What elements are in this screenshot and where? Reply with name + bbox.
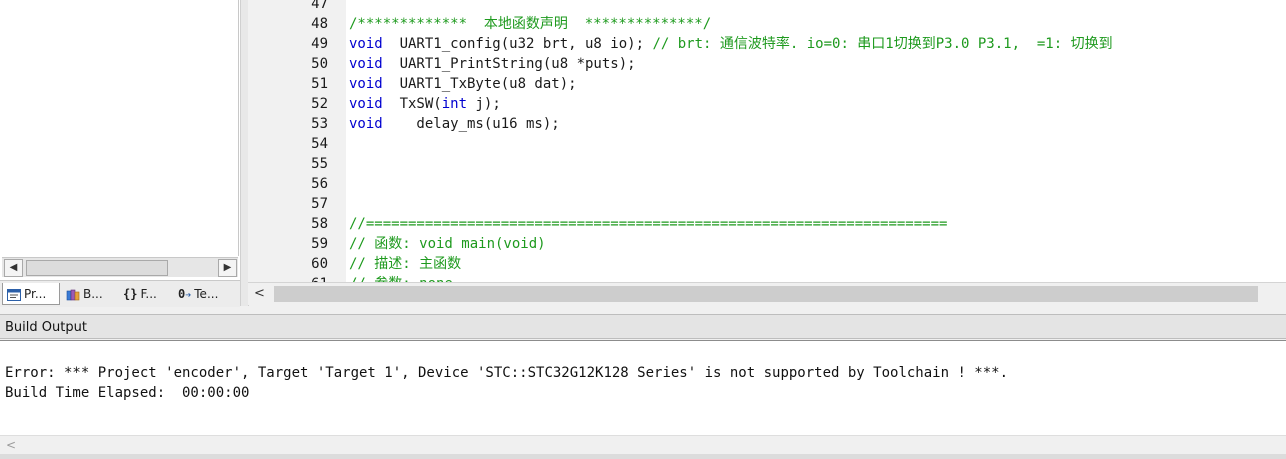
code-token: j); [467, 96, 501, 112]
code-line[interactable]: 49 void UART1_config(u32 brt, u8 io); // … [248, 34, 1286, 54]
code-text: // 参数: none [349, 274, 453, 282]
code-line[interactable]: 50 void UART1_PrintString(u8 *puts); [248, 54, 1286, 74]
line-number: 55 [311, 156, 328, 172]
code-text: // 函数: void main(void) [349, 234, 546, 254]
line-number: 50 [311, 56, 328, 72]
scroll-left-arrow-icon[interactable]: < [6, 437, 16, 454]
code-line[interactable]: 47 [248, 0, 1286, 14]
line-number: 48 [311, 16, 328, 32]
line-number: 49 [311, 36, 328, 52]
scroll-left-arrow-icon[interactable]: < [254, 285, 265, 303]
code-comment: /************* 本地函数声明 **************/ [349, 16, 712, 32]
build-output-title: Build Output [0, 314, 1286, 339]
project-panel: ◀ ▶ Pr... B... {} F... 0➔ Te... [0, 0, 240, 307]
scrollbar-thumb[interactable] [274, 286, 1258, 302]
line-number: 58 [311, 216, 328, 232]
tab-functions[interactable]: {} F... [119, 283, 171, 305]
line-number: 59 [311, 236, 328, 252]
line-number: 57 [311, 196, 328, 212]
code-line[interactable]: 53 void delay_ms(u16 ms); [248, 114, 1286, 134]
tab-label: Te... [194, 287, 219, 301]
code-line[interactable]: 57 [248, 194, 1286, 214]
code-comment: // 函数: void main(void) [349, 236, 546, 252]
project-tree[interactable] [0, 0, 239, 256]
line-number: 60 [311, 256, 328, 272]
code-line[interactable]: 52 void TxSW(int j); [248, 94, 1286, 114]
code-text: void UART1_PrintString(u8 *puts); [349, 54, 636, 74]
code-token: UART1_TxByte(u8 dat); [382, 76, 577, 92]
code-keyword: int [441, 96, 468, 112]
code-line[interactable]: 54 [248, 134, 1286, 154]
tab-project[interactable]: Pr... [2, 283, 60, 305]
line-number: 61 [248, 274, 328, 282]
build-output-line: Error: *** Project 'encoder', Target 'Ta… [5, 365, 1009, 381]
code-line[interactable]: 51 void UART1_TxByte(u8 dat); [248, 74, 1286, 94]
code-text: //======================================… [349, 214, 947, 234]
code-line[interactable]: 58 //====================================… [248, 214, 1286, 234]
code-keyword: void [349, 36, 383, 52]
code-token: TxSW( [382, 96, 442, 112]
build-output-pane[interactable]: Error: *** Project 'encoder', Target 'Ta… [0, 340, 1286, 435]
scroll-right-arrow-icon[interactable]: ▶ [218, 259, 237, 277]
line-number: 56 [311, 176, 328, 192]
code-text: /************* 本地函数声明 **************/ [349, 14, 711, 34]
scroll-left-arrow-icon[interactable]: ◀ [4, 259, 23, 277]
line-number: 52 [311, 96, 328, 112]
code-line[interactable]: 56 [248, 174, 1286, 194]
code-text: // 描述: 主函数 [349, 254, 461, 274]
code-text: void UART1_config(u32 brt, u8 io); // br… [349, 34, 1113, 54]
line-number: 51 [311, 76, 328, 92]
tab-templates[interactable]: 0➔ Te... [174, 283, 236, 305]
code-keyword: void [349, 56, 383, 72]
code-comment: //======================================… [349, 216, 948, 232]
functions-braces-icon: {} [123, 287, 138, 301]
code-comment: // 描述: 主函数 [349, 256, 462, 272]
code-keyword: void [349, 96, 383, 112]
window-bottom-edge [0, 454, 1286, 459]
build-output-hscrollbar[interactable]: < [0, 435, 1286, 455]
code-keyword: void [349, 76, 383, 92]
code-text: void UART1_TxByte(u8 dat); [349, 74, 577, 94]
line-number: 54 [311, 136, 328, 152]
line-number: 47 [311, 0, 328, 12]
line-number: 53 [311, 116, 328, 132]
code-line[interactable]: 59 // 函数: void main(void) [248, 234, 1286, 254]
code-keyword: void [349, 116, 383, 132]
scrollbar-thumb[interactable] [26, 260, 168, 276]
project-window-icon [7, 288, 21, 301]
code-line[interactable]: 48 /************* 本地函数声明 **************/ [248, 14, 1286, 34]
code-editor[interactable]: 47 48 /************* 本地函数声明 **************… [248, 0, 1286, 282]
tab-books[interactable]: B... [62, 283, 116, 305]
build-output-line: Build Time Elapsed: 00:00:00 [5, 385, 250, 401]
project-panel-hscrollbar[interactable]: ◀ ▶ [2, 257, 238, 277]
editor-hscrollbar[interactable]: < [248, 282, 1286, 305]
code-text: void TxSW(int j); [349, 94, 501, 114]
tab-label: Pr... [24, 287, 47, 301]
tab-label: F... [140, 287, 157, 301]
tab-label: B... [83, 287, 103, 301]
code-comment: // brt: 通信波特率. io=0: 串口1切换到P3.0 P3.1, =1… [652, 36, 1113, 52]
books-icon [66, 289, 80, 300]
code-text: void delay_ms(u16 ms); [349, 114, 560, 134]
code-token: UART1_config(u32 brt, u8 io); [382, 36, 653, 52]
code-token: UART1_PrintString(u8 *puts); [382, 56, 636, 72]
code-token: delay_ms(u16 ms); [382, 116, 560, 132]
project-panel-tabs: Pr... B... {} F... 0➔ Te... [0, 280, 240, 307]
code-line[interactable]: 55 [248, 154, 1286, 174]
code-line[interactable]: 60 // 描述: 主函数 [248, 254, 1286, 274]
templates-icon: 0➔ [178, 287, 192, 301]
code-line[interactable]: 61 // 参数: none [248, 274, 1286, 282]
